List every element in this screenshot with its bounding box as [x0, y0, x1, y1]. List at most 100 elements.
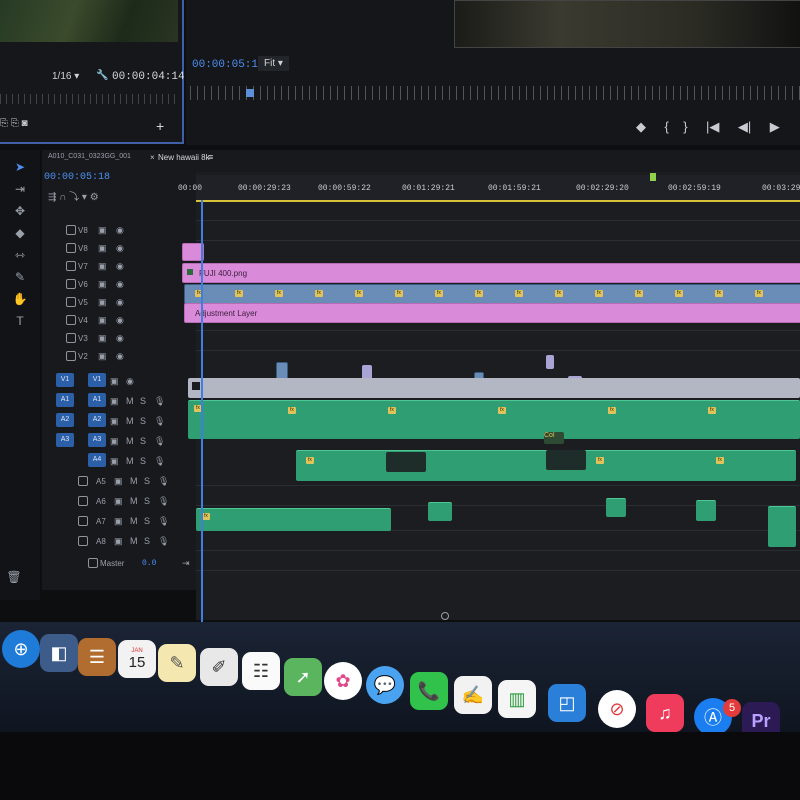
source-patch-a3[interactable]: A3	[56, 433, 74, 447]
program-playhead-marker[interactable]	[246, 89, 254, 97]
lock-icon[interactable]	[88, 558, 98, 568]
track-header-v6[interactable]: V6 ▣ ◉	[42, 276, 196, 294]
track-header-v1[interactable]: V1 V1 ▣ ◉	[42, 373, 196, 391]
eye-icon[interactable]: ◉	[116, 333, 124, 344]
track-header-a2[interactable]: A2 A2 ▣ M S 🎙	[42, 413, 196, 431]
mute-button[interactable]: M	[126, 436, 134, 446]
track-select-icon[interactable]: ⇥	[12, 182, 28, 196]
textedit-icon[interactable]: ✐	[200, 648, 238, 686]
track-header-a3[interactable]: A3 A3 ▣ M S 🎙	[42, 433, 196, 451]
track-header-a1[interactable]: A1 A1 ▣ M S 🎙	[42, 393, 196, 411]
toggle-output-icon[interactable]: ▣	[98, 315, 107, 326]
step-back-button[interactable]: ◀|	[738, 119, 751, 135]
lock-icon[interactable]	[66, 297, 76, 307]
mute-button[interactable]: M	[126, 456, 134, 466]
mute-button[interactable]: M	[130, 516, 138, 526]
eye-icon[interactable]: ◉	[116, 279, 124, 290]
solo-button[interactable]: S	[144, 516, 150, 526]
toggle-sync-icon[interactable]: ▣	[114, 536, 123, 547]
go-to-end-icon[interactable]: ⇥	[182, 558, 190, 569]
mute-button[interactable]: M	[130, 476, 138, 486]
toggle-output-icon[interactable]: ▣	[110, 376, 119, 387]
eye-icon[interactable]: ◉	[116, 297, 124, 308]
hand-tool-icon[interactable]: ✋	[12, 292, 28, 306]
go-to-in-button[interactable]: |◀	[706, 119, 719, 135]
timeline-clip-col[interactable]: Col	[544, 432, 564, 444]
trash-icon[interactable]: 🗑	[6, 570, 22, 584]
toggle-sync-icon[interactable]: ▣	[114, 496, 123, 507]
timeline-audio-clip[interactable]	[606, 498, 626, 517]
track-target-a3[interactable]: A3	[88, 433, 106, 447]
marker-button[interactable]: ◆	[636, 119, 646, 135]
marker-icon[interactable]	[650, 173, 656, 181]
toggle-output-icon[interactable]: ▣	[98, 261, 107, 272]
mic-icon[interactable]: 🎙	[158, 496, 169, 507]
lock-icon[interactable]	[66, 279, 76, 289]
source-patch-a2[interactable]: A2	[56, 413, 74, 427]
lock-icon[interactable]	[66, 225, 76, 235]
toggle-sync-icon[interactable]: ▣	[110, 416, 119, 427]
lock-icon[interactable]	[66, 315, 76, 325]
pages-icon[interactable]: ✍	[454, 676, 492, 714]
toggle-sync-icon[interactable]: ▣	[110, 396, 119, 407]
mic-icon[interactable]: 🎙	[154, 456, 165, 467]
messages-icon[interactable]: 💬	[366, 666, 404, 704]
snap-icon[interactable]: ⇶ ∩ ⤵ ▾ ⚙	[48, 188, 99, 203]
mute-button[interactable]: M	[126, 396, 134, 406]
mic-icon[interactable]: 🎙	[158, 536, 169, 547]
type-tool-icon[interactable]: T	[12, 314, 28, 328]
keynote-icon[interactable]: ◰	[548, 684, 586, 722]
mic-icon[interactable]: 🎙	[154, 396, 165, 407]
lock-icon[interactable]	[78, 496, 88, 506]
track-header-master[interactable]: Master 0.0 ⇥	[42, 555, 196, 573]
music-icon[interactable]: ♫	[646, 694, 684, 732]
track-header-a6[interactable]: A6 ▣ M S 🎙	[42, 493, 196, 511]
add-button-icon[interactable]: +	[156, 118, 164, 134]
track-header-v8b[interactable]: V8 ▣ ◉	[42, 240, 196, 258]
maps-icon[interactable]: ➚	[284, 658, 322, 696]
master-volume-value[interactable]: 0.0	[142, 559, 156, 568]
mic-icon[interactable]: 🎙	[154, 416, 165, 427]
selection-tool-icon[interactable]: ➤	[12, 160, 28, 174]
news-icon[interactable]: ⊘	[598, 690, 636, 728]
eye-icon[interactable]: ◉	[126, 376, 134, 387]
timeline-audio-clip-a7[interactable]: fx	[196, 508, 391, 531]
preview-icon[interactable]: ◧	[40, 634, 78, 672]
solo-button[interactable]: S	[140, 436, 146, 446]
timeline-clip-v1[interactable]	[188, 378, 800, 398]
mic-icon[interactable]: 🎙	[154, 436, 165, 447]
source-patch-a1[interactable]: A1	[56, 393, 74, 407]
mute-button[interactable]: M	[126, 416, 134, 426]
reminders-icon[interactable]: ☷	[242, 652, 280, 690]
mic-icon[interactable]: 🎙	[158, 516, 169, 527]
export-frame-icon[interactable]: ⎘ ⎘ ◙	[0, 118, 28, 129]
timeline-clip[interactable]	[546, 355, 554, 369]
timeline-audio-clip[interactable]	[768, 506, 796, 547]
solo-button[interactable]: S	[140, 416, 146, 426]
wrench-icon[interactable]: 🔧	[96, 70, 108, 81]
program-ruler[interactable]	[190, 86, 800, 100]
facetime-icon[interactable]: 📞	[410, 672, 448, 710]
lock-icon[interactable]	[66, 261, 76, 271]
solo-button[interactable]: S	[144, 536, 150, 546]
toggle-output-icon[interactable]: ▣	[98, 297, 107, 308]
horizontal-scroll-handle[interactable]	[441, 612, 449, 620]
track-target-a2[interactable]: A2	[88, 413, 106, 427]
track-header-a7[interactable]: A7 ▣ M S 🎙	[42, 513, 196, 531]
eye-icon[interactable]: ◉	[116, 261, 124, 272]
lock-icon[interactable]	[66, 333, 76, 343]
slip-tool-icon[interactable]: ⇿	[12, 248, 28, 262]
lock-icon[interactable]	[78, 476, 88, 486]
eye-icon[interactable]: ◉	[116, 243, 124, 254]
mark-out-button[interactable]: }	[683, 119, 687, 134]
source-ruler[interactable]	[0, 94, 178, 104]
solo-button[interactable]: S	[140, 396, 146, 406]
eye-icon[interactable]: ◉	[116, 315, 124, 326]
lock-icon[interactable]	[66, 243, 76, 253]
contacts-icon[interactable]: ☰	[78, 638, 116, 676]
safari-icon[interactable]: ⊕	[2, 630, 40, 668]
tab-new-hawaii[interactable]: New hawaii 8k	[158, 153, 210, 162]
mute-button[interactable]: M	[130, 496, 138, 506]
lock-icon[interactable]	[66, 351, 76, 361]
timeline-clip-adjustment-layer[interactable]: Adjustment Layer	[184, 303, 800, 323]
